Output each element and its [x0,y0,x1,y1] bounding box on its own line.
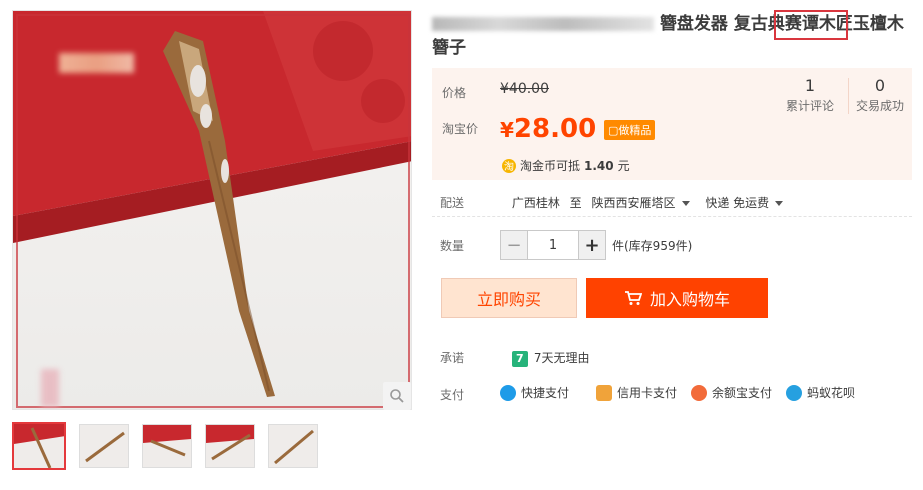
money-bag-icon [691,384,707,401]
blurred-watermark [59,53,134,73]
thumbnail-5[interactable] [268,424,318,468]
divider [432,216,912,217]
magnifier-icon [390,389,404,403]
blurred-title-text [432,17,654,31]
coin-text: 淘金币可抵 [520,159,581,173]
review-count[interactable]: 1 累计评论 [772,76,848,114]
payment-method-label: 信用卡支付 [617,386,678,400]
zoom-button[interactable] [383,382,411,410]
thumbnail-2[interactable] [79,424,129,468]
thumbnail-strip [12,422,318,470]
payment-huabei[interactable]: 蚂蚁花呗 [786,384,855,401]
coin-unit: 元 [617,159,630,173]
product-title: 簪盘发器 复古典赛谭木匠玉檀木 簪子 [432,10,912,60]
quantity-label: 数量 [440,239,465,253]
sales-count-value: 0 [874,76,886,95]
delivery-destination-select[interactable]: 陕西西安雁塔区 [592,196,690,210]
badge-icon: ▢ [608,124,619,137]
payment-method-label: 蚂蚁花呗 [807,386,856,400]
main-product-image[interactable] [12,10,412,410]
delivery-destination: 陕西西安雁塔区 [591,196,676,210]
promise-label: 承诺 [440,351,465,365]
title-part-2: 玉檀木 [852,14,904,34]
currency-symbol: ¥ [500,118,514,142]
chevron-down-icon [681,201,690,206]
buy-now-button[interactable]: 立即购买 [441,278,577,318]
delivery-to-word: 至 [569,196,582,210]
stock-info: 件(库存959件) [612,239,693,253]
seven-day-icon: 7 [511,350,528,367]
blurred-watermark [41,369,59,407]
promise-text: 7天无理由 [533,351,590,365]
coin-offer: 淘 淘金币可抵 1.40 元 [502,157,630,174]
thumbnail-4[interactable] [205,424,255,468]
taobao-price: ¥28.00 [500,114,596,144]
original-price: ¥40.00 [500,81,549,97]
payment-label: 支付 [440,388,465,402]
delivery-row: 配送 广西桂林 至 陕西西安雁塔区 快递 免运费 [432,194,784,211]
quantity-input[interactable]: 1 [527,231,579,259]
payment-quickpay[interactable]: 快捷支付 [500,384,569,401]
sales-count-label: 交易成功 [855,99,904,113]
price-label: 价格 [442,86,467,100]
add-to-cart-label: 加入购物车 [649,290,730,309]
increase-button[interactable]: + [579,231,605,259]
highlight-box [774,10,848,40]
review-count-label: 累计评论 [785,99,834,113]
sales-count[interactable]: 0 交易成功 [848,76,912,114]
taobao-coin-icon: 淘 [502,158,516,173]
seven-day-return[interactable]: 7 7天无理由 [511,350,590,367]
payment-method-label: 余额宝支付 [712,386,773,400]
thumbnail-3[interactable] [142,424,192,468]
quantity-stepper: − 1 + [500,230,606,260]
quantity-row: 数量 [432,237,500,254]
title-part-1: 簪盘发器 复古典 [659,14,785,34]
lightning-icon [500,384,516,401]
price-panel: 价格 ¥40.00 淘宝价 ¥28.00 ▢做精品 1 累计评论 0 交易成功 … [432,68,912,180]
taobao-price-label: 淘宝价 [442,122,479,136]
thumbnail-1[interactable] [12,422,66,470]
review-count-value: 1 [804,76,816,95]
payment-method-label: 快捷支付 [521,386,570,400]
badge-label: 做精品 [618,124,652,137]
delivery-from: 广西桂林 [511,196,560,210]
shipping-select[interactable]: 快递 免运费 [705,196,784,210]
quality-badge: ▢做精品 [604,120,656,140]
coin-amount: 1.40 [584,158,614,173]
promise-row: 承诺 7 7天无理由 [432,349,589,367]
add-to-cart-button[interactable]: 加入购物车 [586,278,768,318]
price-value: 28.00 [513,114,597,144]
payment-row: 支付 [432,386,500,403]
decrease-button[interactable]: − [501,231,527,259]
payment-yuebao[interactable]: 余额宝支付 [691,384,772,401]
title-line-2: 簪子 [432,38,466,58]
delivery-label: 配送 [440,196,465,210]
shipping-method: 快递 免运费 [705,196,770,210]
chevron-down-icon [775,201,784,206]
credit-card-icon [596,384,612,401]
huabei-icon [786,384,802,401]
cart-icon [624,291,642,305]
payment-creditcard[interactable]: 信用卡支付 [596,384,677,401]
